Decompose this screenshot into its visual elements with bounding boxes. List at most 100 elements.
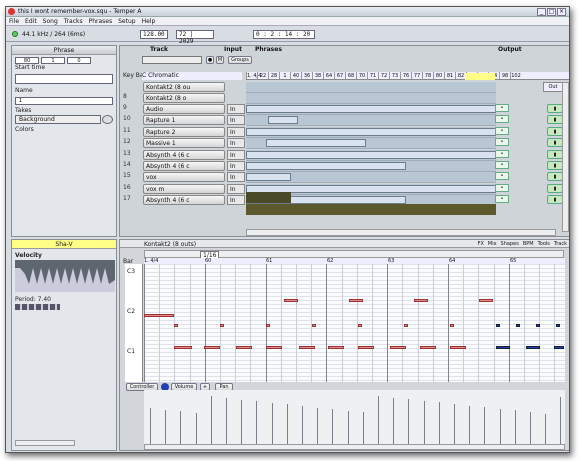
midi-note-selected[interactable] [496,346,510,349]
track-name[interactable]: Massive 1 [143,138,225,149]
midi-note[interactable] [390,346,406,349]
tab-track[interactable]: Track [554,241,567,247]
timeline-ruler[interactable]: 1. 4/422 28 1 40 36 38 64 67 68 70 71 72 73 76 77 78 80 8… [246,72,569,80]
velocity-bar[interactable] [423,400,425,444]
track-name[interactable]: Audio [143,104,225,114]
velocity-bar[interactable] [241,399,243,444]
shaper-scrollbar[interactable] [15,440,75,446]
midi-note[interactable] [414,299,428,302]
output-button[interactable]: ▮ [547,115,563,125]
start-tick-field[interactable]: 0 [67,57,91,64]
shape-selector[interactable] [15,304,60,310]
velocity-bar[interactable] [362,412,364,444]
track-name[interactable]: Rapture 2 [143,126,225,137]
track-input[interactable]: In [227,115,245,126]
velocity-bar[interactable] [302,406,303,444]
menu-item[interactable]: Phrases [86,17,116,26]
track-input[interactable]: In [227,195,245,206]
horizontal-scrollbar[interactable] [246,229,556,236]
phrase-lane[interactable] [246,149,496,161]
menu-item[interactable]: Song [40,17,61,26]
midi-note[interactable] [420,346,436,349]
tab-shapes[interactable]: Shapes [501,241,519,247]
midi-note[interactable] [349,299,363,302]
piano-roll-tabs[interactable]: FX Mix Shapes BPM Tools Track [474,240,567,248]
signature-field[interactable]: 72 | 2029 [176,30,214,45]
phrase-lane[interactable] [246,93,496,104]
shaper-curve-icon[interactable] [15,260,115,292]
record-button[interactable]: ● [206,56,214,64]
sequencer-node-icon[interactable]: • [495,104,509,112]
menu-item[interactable]: File [6,17,22,26]
velocity-bar[interactable] [545,413,547,444]
track-input[interactable]: In [227,172,245,183]
track-name[interactable]: Absynth 4 (6 c [143,161,225,171]
output-button[interactable]: ▮ [547,183,563,193]
engine-status-icon[interactable] [12,31,18,37]
phrase-block[interactable] [246,162,406,170]
phrase-lane[interactable] [246,172,496,184]
midi-note-selected[interactable] [496,324,500,327]
phrase-lane[interactable] [246,115,496,127]
midi-note[interactable] [204,346,220,349]
velocity-bar[interactable] [195,412,197,444]
midi-note-selected[interactable] [556,324,560,327]
velocity-bar[interactable] [408,399,410,444]
track-name[interactable]: Kontakt2 (8 ou [143,82,225,92]
midi-note[interactable] [266,324,270,327]
midi-note[interactable] [174,346,192,349]
midi-note[interactable] [174,324,178,327]
velocity-bar[interactable] [271,402,273,444]
vox-waveform[interactable] [246,192,291,203]
phrase-name-field[interactable] [15,74,113,84]
midi-note[interactable] [450,324,454,327]
output-button[interactable]: ▮ [547,195,563,205]
phrase-block[interactable] [246,173,291,182]
output-button[interactable]: ▮ [547,138,563,148]
midi-note[interactable] [266,346,282,349]
midi-note-selected[interactable] [516,324,520,327]
velocity-bar[interactable] [469,405,471,444]
phrase-lane[interactable] [246,138,496,150]
menu-item[interactable]: Edit [22,17,40,26]
velocity-bar[interactable] [438,402,440,444]
start-bar-field[interactable]: 80 [15,57,39,64]
track-name[interactable]: Kontakt2 (8 o [143,93,225,103]
sequencer-node-icon[interactable]: • [495,115,509,124]
vertical-scrollbar[interactable] [562,82,569,232]
tab-fx[interactable]: FX [478,241,484,247]
tab-tools[interactable]: Tools [538,241,550,247]
midi-note[interactable] [220,324,224,327]
midi-note[interactable] [404,324,408,327]
velocity-bar[interactable] [499,408,501,444]
velocity-bar[interactable] [454,404,455,444]
takes-field[interactable]: 1 [15,97,113,105]
track-input[interactable]: In [227,161,245,171]
track-name[interactable]: vox [143,172,225,183]
loop-region[interactable] [465,73,495,80]
velocity-bar[interactable] [317,407,319,444]
sequencer-node-icon[interactable]: • [495,126,509,135]
phrase-lane[interactable] [246,126,496,138]
velocity-bar[interactable] [210,396,212,444]
metronome-button[interactable]: M [216,56,224,64]
start-beat-field[interactable]: 1 [41,57,65,64]
velocity-bar[interactable] [256,401,258,444]
velocity-bar[interactable] [514,410,516,444]
close-button[interactable]: × [557,8,566,16]
tempo-field[interactable]: 128.00 [140,30,168,39]
velocity-bar[interactable] [180,411,182,444]
vox-m-waveform[interactable] [246,204,496,215]
output-button[interactable]: ▮ [547,161,563,170]
midi-note-selected[interactable] [536,324,540,327]
phrase-block[interactable] [268,116,298,125]
track-name[interactable]: Absynth 4 (6 c [143,149,225,160]
track-input[interactable]: In [227,104,245,114]
velocity-bar[interactable] [286,404,288,444]
track-input[interactable]: In [227,138,245,149]
tab-bpm[interactable]: BPM [523,241,534,247]
menu-item[interactable]: Help [139,17,159,26]
midi-note[interactable] [299,346,315,349]
tab-mix[interactable]: Mix [488,241,497,247]
velocity-bar[interactable] [484,407,486,444]
